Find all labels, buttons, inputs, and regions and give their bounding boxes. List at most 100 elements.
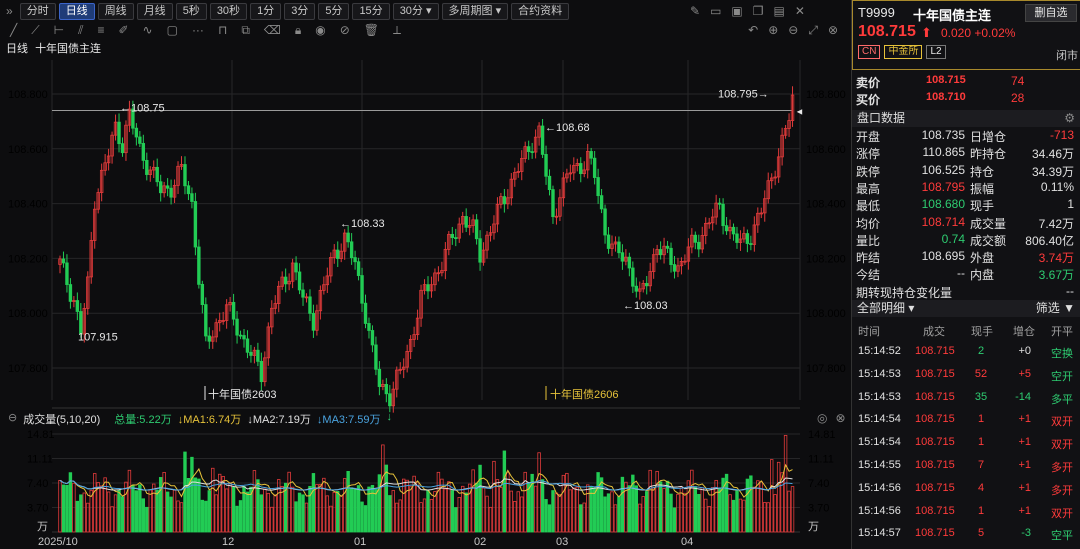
candle-body <box>207 335 211 342</box>
volume-bar <box>717 487 722 533</box>
candle-body <box>478 238 482 263</box>
quote-settings-icon[interactable]: ⚙ <box>1064 110 1075 127</box>
volume-bar <box>492 460 496 533</box>
candle-body <box>617 241 621 254</box>
trade-oi: +5 <box>1018 367 1031 380</box>
volume-bar <box>520 496 524 533</box>
candle-body <box>370 330 375 346</box>
candle-body <box>283 276 288 285</box>
volume-bar <box>599 477 604 533</box>
quote-value: 0.74 <box>941 231 965 246</box>
header-type: 开平 <box>1051 326 1073 338</box>
volume-bar <box>342 478 347 533</box>
trade-oi: +1 <box>1018 413 1031 426</box>
volume-bar <box>655 470 659 533</box>
candle-body <box>238 334 243 337</box>
volume-bar <box>665 480 670 533</box>
trade-type: 空换 <box>1051 348 1073 360</box>
volume-ma1: ↓MA1:6.74万 <box>177 414 242 426</box>
quote-value: -713 <box>1049 128 1074 142</box>
trade-type: 空平 <box>1051 530 1073 543</box>
volume-bar <box>349 487 354 533</box>
ask-row: 卖价 108.715 74 <box>856 74 1078 91</box>
price-tick-right: 108.400 <box>806 199 846 211</box>
quote-row: 开盘 108.735 日增仓 -713 <box>856 128 1078 145</box>
candle-body <box>450 233 455 239</box>
quote-panel: T9999 十年国债主连 删自选 108.715 ⬆ 0.020 +0.02% … <box>851 0 1080 549</box>
price-annotation: 107.915 <box>78 331 118 343</box>
price-tick-right: 108.800 <box>806 89 846 101</box>
trade-price: 108.715 <box>915 436 955 449</box>
volume-bar <box>606 493 611 533</box>
volume-more-icon[interactable]: ↓ <box>387 411 393 427</box>
candle-body <box>301 289 305 298</box>
volume-ma2: ↓MA2:7.19万 <box>247 414 311 426</box>
candle-body <box>235 318 239 336</box>
contract-label-2603: 十年国债2603 <box>208 387 276 401</box>
volume-bar <box>353 489 357 533</box>
volume-bar <box>273 494 277 533</box>
volume-bar <box>388 495 392 533</box>
trade-qty: 4 <box>977 481 985 494</box>
pos-change-row: 期转现持仓变化量 -- <box>856 284 1078 301</box>
trade-type: 多平 <box>1051 393 1073 406</box>
x-axis-label: 04 <box>681 536 693 548</box>
volume-bar <box>669 493 673 533</box>
candle-body <box>356 261 361 276</box>
candle-body <box>693 234 698 243</box>
volume-bar <box>391 490 395 533</box>
volume-config-icon[interactable]: ◎ <box>817 411 827 425</box>
volume-bar <box>613 504 618 533</box>
volume-bar <box>408 486 413 533</box>
x-axis-label: 01 <box>354 536 366 548</box>
volume-bar <box>704 498 708 533</box>
volume-bar <box>648 469 652 533</box>
volume-settings-icon[interactable]: ⊖ <box>8 411 17 427</box>
remove-watchlist-button[interactable]: 删自选 <box>1025 4 1077 22</box>
volume-bar <box>547 504 552 533</box>
filter-button[interactable]: 筛选 ▼ <box>1036 300 1075 317</box>
volume-bar <box>131 484 135 533</box>
volume-bar <box>339 495 343 533</box>
x-axis-label: 12 <box>222 536 234 548</box>
last-close-marker: ◄ <box>795 106 804 116</box>
candle-body <box>599 195 604 210</box>
candle-body <box>627 256 632 269</box>
trade-price: 108.715 <box>915 345 955 357</box>
quote-label: 涨停 <box>856 147 881 162</box>
pos-change-value: -- <box>1066 284 1074 298</box>
quote-row: 最低 108.680 现手 1 <box>856 197 1078 214</box>
volume-bar <box>651 487 656 533</box>
candle-body <box>634 285 639 292</box>
header-time: 时间 <box>858 326 880 338</box>
quote-header: T9999 十年国债主连 删自选 108.715 ⬆ 0.020 +0.02% … <box>852 0 1080 70</box>
volume-bar <box>270 506 274 533</box>
candle-body <box>145 159 149 175</box>
price-tick-right: 108.600 <box>806 144 846 156</box>
volume-bar <box>499 487 503 533</box>
trade-header: 时间 成交 现手 增仓 开平 <box>852 320 1080 338</box>
trade-qty: 52 <box>974 367 988 380</box>
volume-bar <box>204 500 208 533</box>
candle-body <box>311 312 316 331</box>
volume-bar <box>259 494 264 533</box>
volume-bar <box>610 491 614 533</box>
volume-bar <box>731 499 736 533</box>
trade-oi: +1 <box>1018 504 1031 517</box>
volume-bar <box>513 501 517 533</box>
trade-price: 108.715 <box>915 390 955 403</box>
volume-header: ⊖ 成交量(5,10,20) 总量:5.22万 ↓MA1:6.74万 ↓MA2:… <box>8 411 392 427</box>
volume-close-icon[interactable]: ⊗ <box>835 411 845 425</box>
volume-bar <box>138 484 142 533</box>
price-annotation: 108.795→ <box>718 88 769 100</box>
price-tick-right: 108.200 <box>806 253 846 265</box>
trade-row: 15:14:56 108.715 1 +1 双开 <box>852 500 1080 523</box>
candle-body <box>158 181 163 194</box>
candle-body <box>731 226 736 235</box>
volume-bar <box>318 483 323 533</box>
kline-chart[interactable]: 108.800 108.800 108.600 108.600 108.400 108.4… <box>0 0 851 549</box>
volume-bar <box>82 492 87 533</box>
trade-type: 空开 <box>1051 370 1073 383</box>
x-axis-label: 2025/10 <box>38 536 78 548</box>
section-detail-label[interactable]: 全部明细 ▾ <box>857 301 914 315</box>
